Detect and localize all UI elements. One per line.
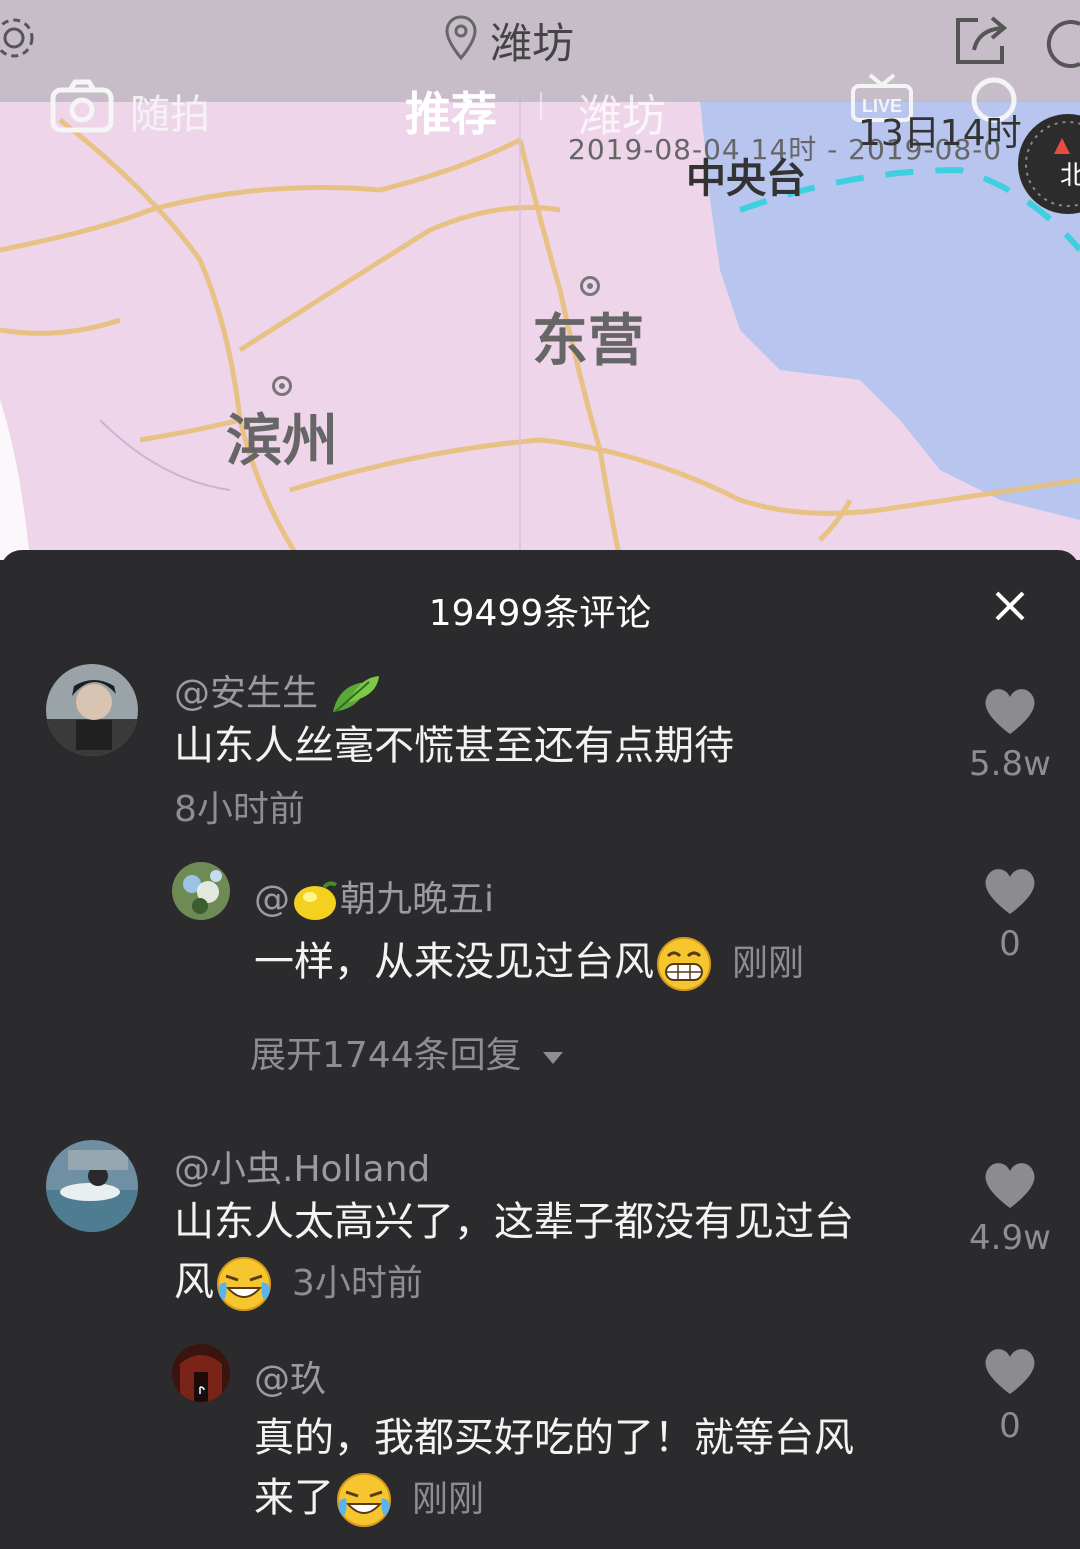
comments-panel: 19499条评论 @安生生 山东人丝毫不慌甚至还有点期待 8小时前 5.8w @…: [0, 550, 1080, 1549]
location-pin-icon: [444, 14, 478, 66]
city-marker-dongying: [580, 276, 600, 296]
comment-text: 真的，我都买好吃的了！就等台风: [254, 1415, 854, 1461]
like-heart-icon[interactable]: [960, 866, 1060, 920]
comment-username[interactable]: @小虫.Holland: [174, 1140, 430, 1192]
comment-username[interactable]: @ 朝九晚五i: [254, 870, 494, 923]
comment-text-line2: 风 3小时前: [174, 1252, 423, 1314]
like-heart-icon[interactable]: [960, 1160, 1060, 1214]
avatar[interactable]: [46, 664, 138, 756]
comment-body: 来了: [254, 1475, 334, 1521]
compass-label: 北: [1060, 161, 1080, 191]
comment-body: 风: [174, 1259, 214, 1305]
comment-body: 一样，从来没见过台风: [254, 939, 654, 985]
comment-count-title: 19499条评论: [428, 593, 652, 634]
like-heart-icon[interactable]: [960, 1346, 1060, 1400]
tab-recommend[interactable]: 推荐: [405, 78, 497, 144]
comment-text: 山东人太高兴了，这辈子都没有见过台: [174, 1199, 854, 1245]
username-text: @: [254, 879, 290, 920]
grin-emoji-icon: [657, 937, 711, 991]
username-text: @安生生: [174, 673, 319, 714]
avatar[interactable]: [46, 1140, 138, 1232]
weather-map[interactable]: 潍坊 随拍 推荐 潍坊 LIVE 2019-08-04 14时 - 2019-0…: [0, 0, 1080, 560]
close-icon[interactable]: [994, 590, 1026, 626]
lemon-icon: [294, 881, 338, 920]
username-suffix: 朝九晚五i: [340, 879, 495, 920]
city-marker-binzhou: [272, 376, 292, 396]
tears-of-joy-emoji-icon: [337, 1473, 391, 1527]
like-count: 5.8w: [969, 744, 1051, 784]
comment-text-line2: 来了 刚刚: [254, 1468, 484, 1530]
comment-text: 一样，从来没见过台风 刚刚: [254, 932, 804, 994]
like-count: 0: [999, 1406, 1021, 1446]
city-label-binzhou[interactable]: 滨州: [226, 396, 338, 477]
compass-icon[interactable]: 北: [1016, 112, 1080, 220]
tab-divider: [540, 92, 542, 120]
share-icon[interactable]: [952, 12, 1012, 72]
like-heart-icon[interactable]: [960, 686, 1060, 740]
expand-label: 展开1744条回复: [250, 1035, 522, 1076]
city-label-dongying[interactable]: 东营: [532, 296, 644, 377]
comment-username[interactable]: @玖: [254, 1350, 326, 1402]
comment-time: 刚刚: [412, 1479, 485, 1520]
camera-label[interactable]: 随拍: [130, 82, 210, 140]
avatar[interactable]: [172, 862, 230, 920]
date-day[interactable]: 13日14时: [858, 104, 1022, 156]
comment-text: 山东人丝毫不慌甚至还有点期待: [174, 723, 734, 769]
source-label: 中央台: [686, 156, 806, 202]
comment-username[interactable]: @安生生: [174, 664, 381, 718]
avatar[interactable]: [172, 1344, 230, 1402]
comment-time: 8小时前: [174, 789, 305, 830]
comment-time: 刚刚: [732, 943, 805, 984]
chevron-down-icon: [543, 1052, 564, 1064]
settings-icon[interactable]: [0, 14, 40, 66]
leaf-icon: [333, 676, 380, 713]
camera-icon[interactable]: [50, 78, 114, 138]
location-label[interactable]: 潍坊: [490, 10, 574, 71]
like-count: 0: [999, 924, 1021, 964]
refresh-icon[interactable]: [1040, 14, 1080, 74]
like-count: 4.9w: [969, 1218, 1051, 1258]
expand-replies-button[interactable]: 展开1744条回复: [250, 1026, 573, 1078]
comment-time: 3小时前: [292, 1263, 423, 1304]
tears-of-joy-emoji-icon: [217, 1257, 271, 1311]
